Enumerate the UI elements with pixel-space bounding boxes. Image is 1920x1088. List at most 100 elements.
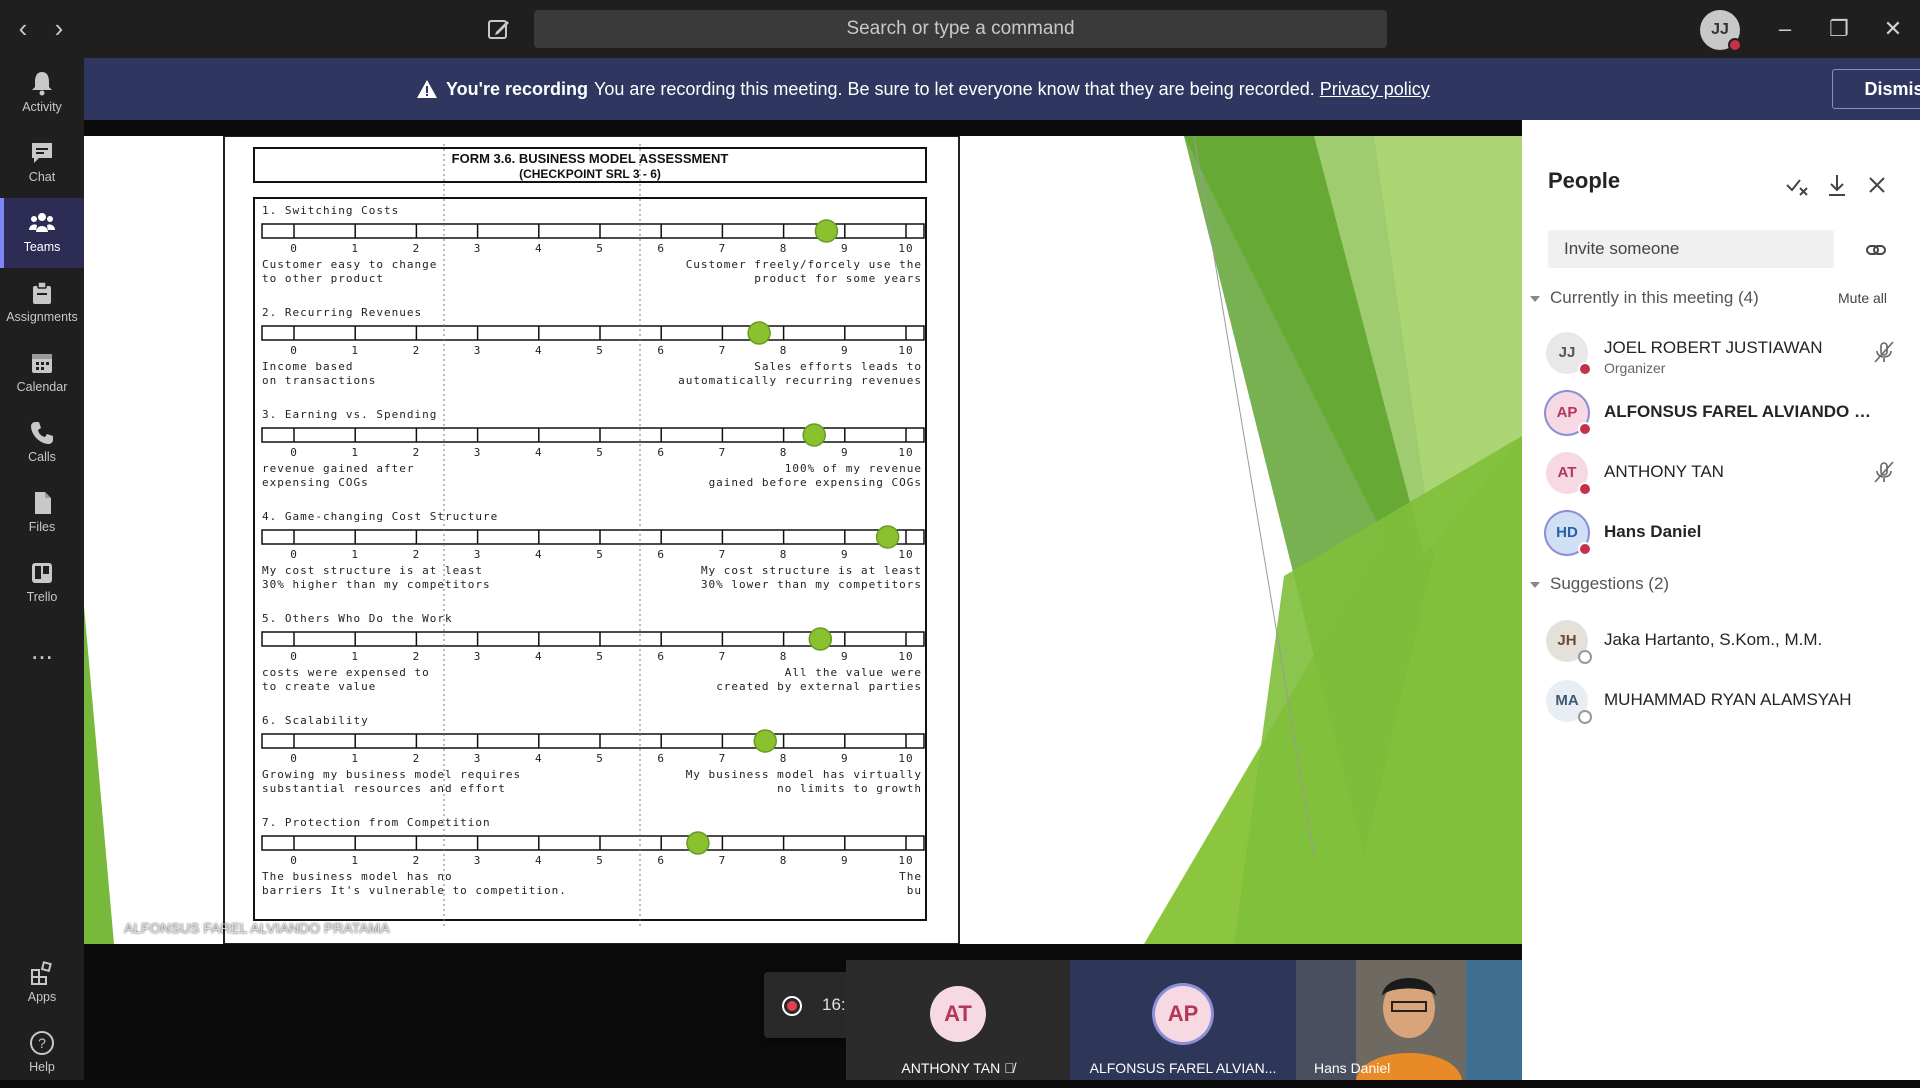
scale-label: 4 (535, 548, 543, 561)
meeting-stage: FORM 3.6. BUSINESS MODEL ASSESSMENT (CHE… (84, 120, 1522, 1080)
right-descriptor: 30% lower than my competitors (701, 578, 922, 591)
mute-all-check-icon[interactable] (1784, 172, 1810, 198)
avatar[interactable]: JJ (1700, 10, 1742, 52)
scale-label: 9 (841, 242, 849, 255)
mic-off-icon[interactable] (1872, 460, 1896, 484)
close-icon[interactable] (1864, 172, 1890, 198)
participant-name: MUHAMMAD RYAN ALAMSYAH (1604, 690, 1852, 709)
rail-label: Calendar (16, 380, 68, 394)
rail-item-calendar[interactable]: Calendar (0, 338, 84, 408)
banner-message: You are recording this meeting. Be sure … (593, 79, 1315, 99)
left-descriptor: 30% higher than my competitors (262, 578, 491, 591)
rail-item-activity[interactable]: Activity (0, 58, 84, 128)
forward-arrow-icon[interactable]: › (46, 15, 72, 43)
privacy-policy-link[interactable]: Privacy policy (1320, 79, 1430, 99)
scale-label: 5 (596, 650, 604, 663)
left-descriptor: substantial resources and effort (262, 782, 506, 795)
rail-item-trello[interactable]: Trello (0, 548, 84, 618)
rail-label: Apps (27, 990, 57, 1004)
right-descriptor: My business model has virtually (686, 768, 922, 781)
scale-label: 7 (719, 548, 727, 561)
rail-label: Assignments (6, 310, 78, 324)
banner-title: You're recording (446, 79, 588, 99)
participant-tile-video[interactable]: Hans Daniel (1296, 960, 1522, 1080)
scale-label: 1 (351, 650, 359, 663)
mic-off-icon[interactable] (1872, 340, 1896, 364)
rail-item-assignments[interactable]: Assignments (0, 268, 84, 338)
rail-item-files[interactable]: Files (0, 478, 84, 548)
left-descriptor: expensing COGs (262, 476, 369, 489)
panel-title: People (1548, 168, 1621, 193)
mute-all-button[interactable]: Mute all (1838, 290, 1887, 306)
rail-label: Calls (28, 450, 56, 464)
left-descriptor: Income based (262, 360, 353, 373)
minimize-icon[interactable]: – (1768, 14, 1802, 44)
rail-label: Chat (28, 170, 56, 184)
right-descriptor: All the value were (785, 666, 922, 679)
scale-label: 4 (535, 242, 543, 255)
scale-label: 5 (596, 344, 604, 357)
participant-name: ALFONSUS FAREL ALVIANDO P... (1604, 402, 1874, 421)
close-window-icon[interactable]: ✕ (1876, 14, 1910, 44)
suggestion-row[interactable]: JH Jaka Hartanto, S.Kom., M.M. (1522, 612, 1920, 668)
section-label: Suggestions (2) (1550, 574, 1670, 593)
tile-name: ANTHONY TAN 🎙̸ (846, 1060, 1070, 1076)
scale-label: 4 (535, 344, 543, 357)
rail-item-apps[interactable]: Apps (0, 948, 84, 1018)
scale-label: 8 (780, 344, 788, 357)
right-descriptor: bu (907, 884, 922, 897)
left-descriptor: costs were expensed to (262, 666, 430, 679)
caret-down-icon (1530, 295, 1540, 302)
rail-item-calls[interactable]: Calls (0, 408, 84, 478)
participant-row[interactable]: AT ANTHONY TAN (1522, 444, 1920, 500)
scale-label: 8 (780, 446, 788, 459)
scale-label: 9 (841, 854, 849, 867)
participant-tile[interactable]: AP ALFONSUS FAREL ALVIAN... (1070, 960, 1296, 1080)
trello-icon (32, 563, 52, 583)
tile-name: Hans Daniel (1314, 1060, 1391, 1076)
score-marker (753, 729, 777, 753)
left-descriptor: to create value (262, 680, 376, 693)
download-icon[interactable] (1824, 172, 1850, 198)
right-descriptor: Sales efforts leads to (754, 360, 922, 373)
left-descriptor: My cost structure is at least (262, 564, 483, 577)
participant-tile[interactable]: AT ANTHONY TAN 🎙̸ (846, 960, 1070, 1080)
scale-label: 5 (596, 752, 604, 765)
scale-label: 10 (898, 446, 913, 459)
avatar-initials: JJ (1711, 21, 1729, 38)
rail-item-teams[interactable]: Teams (0, 198, 84, 268)
score-marker (802, 423, 826, 447)
share-link-icon[interactable] (1864, 238, 1888, 262)
scale-label: 10 (898, 344, 913, 357)
section-current-meeting[interactable]: Currently in this meeting (4) (1530, 288, 1759, 308)
scale-label: 2 (413, 548, 421, 561)
warning-icon (417, 80, 437, 98)
scale-label: 2 (413, 650, 421, 663)
rail-item-chat[interactable]: Chat (0, 128, 84, 198)
rail-item-help[interactable]: ? Help (0, 1018, 84, 1088)
suggestion-row[interactable]: MA MUHAMMAD RYAN ALAMSYAH (1522, 672, 1920, 728)
avatar: AT (930, 986, 986, 1042)
section-suggestions[interactable]: Suggestions (2) (1530, 574, 1669, 594)
participant-row[interactable]: HD Hans Daniel (1522, 504, 1920, 560)
participant-row[interactable]: JJ JOEL ROBERT JUSTIAWAN Organizer (1522, 324, 1920, 380)
search-input[interactable]: Search or type a command (534, 10, 1387, 48)
form-title: FORM 3.6. BUSINESS MODEL ASSESSMENT (452, 151, 729, 166)
right-descriptor: My cost structure is at least (701, 564, 922, 577)
back-arrow-icon[interactable]: ‹ (10, 15, 36, 43)
right-descriptor: product for some years (754, 272, 922, 285)
participant-row[interactable]: AP ALFONSUS FAREL ALVIANDO P... (1522, 384, 1920, 440)
scale-label: 0 (290, 548, 298, 561)
compose-icon[interactable] (484, 14, 514, 44)
scale-label: 9 (841, 446, 849, 459)
restore-icon[interactable]: ❐ (1822, 14, 1856, 44)
dismiss-button[interactable]: Dismiss (1832, 69, 1920, 109)
more-apps-button[interactable]: ... (0, 630, 84, 700)
scale-label: 5 (596, 446, 604, 459)
assignments-icon (33, 281, 51, 304)
scale-label: 2 (413, 752, 421, 765)
criterion-title: 3. Earning vs. Spending (262, 408, 437, 421)
invite-input[interactable]: Invite someone (1548, 230, 1834, 268)
scale-label: 6 (657, 446, 665, 459)
criterion-title: 7. Protection from Competition (262, 816, 491, 829)
